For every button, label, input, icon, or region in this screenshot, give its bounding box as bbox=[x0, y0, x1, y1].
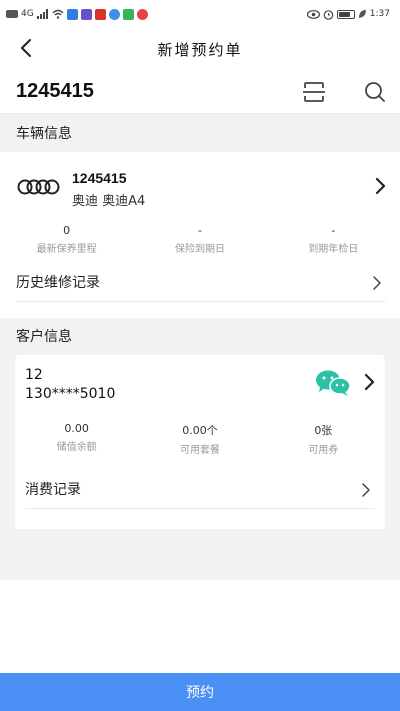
audi-logo-icon bbox=[17, 179, 60, 195]
plate-search-bar: 1245415 bbox=[0, 70, 400, 114]
nav-bar: 新增预约单 bbox=[0, 28, 400, 70]
search-button[interactable] bbox=[363, 80, 387, 104]
repair-history-link[interactable]: 历史维修记录 bbox=[16, 262, 386, 302]
app-icon-baidu bbox=[108, 8, 120, 20]
network-type: 4G bbox=[21, 9, 34, 19]
chevron-right-icon bbox=[375, 177, 386, 195]
alarm-icon bbox=[323, 9, 334, 20]
app-icon-blue bbox=[66, 8, 78, 20]
stat-insurance-expiry: - 保险到期日 bbox=[133, 224, 266, 255]
chevron-right-icon bbox=[364, 373, 375, 391]
customer-phone: 130****5010 bbox=[25, 386, 116, 402]
app-icon-purple bbox=[80, 8, 92, 20]
stat-value: 0.00 bbox=[64, 422, 89, 435]
stat-packages: 0.00个 可用套餐 bbox=[138, 422, 261, 456]
stat-label: 到期年检日 bbox=[308, 244, 359, 255]
repair-history-label: 历史维修记录 bbox=[16, 274, 100, 291]
hd-icon bbox=[6, 10, 18, 18]
wifi-icon bbox=[52, 9, 64, 19]
leaf-icon bbox=[358, 10, 366, 18]
vehicle-section-header: 车辆信息 bbox=[0, 114, 400, 152]
status-right: 1:37 bbox=[306, 9, 390, 20]
consumption-history-label: 消费记录 bbox=[25, 481, 81, 498]
vehicle-plate: 1245415 bbox=[72, 170, 127, 186]
status-left: 4G bbox=[6, 8, 148, 20]
app-icon-red bbox=[136, 8, 148, 20]
stat-label: 储值余额 bbox=[56, 442, 97, 453]
stat-coupons: 0张 可用券 bbox=[262, 422, 385, 456]
scan-icon bbox=[303, 82, 325, 102]
chevron-left-icon bbox=[21, 39, 31, 57]
stat-label: 保险到期日 bbox=[174, 244, 225, 255]
stat-value: 0张 bbox=[314, 424, 333, 437]
stat-label: 可用套餐 bbox=[179, 445, 220, 456]
wechat-icon[interactable] bbox=[315, 369, 351, 397]
scan-button[interactable] bbox=[302, 80, 326, 104]
page-title: 新增预约单 bbox=[157, 40, 243, 59]
vehicle-card[interactable]: 1245415 奥迪 奥迪A4 0 最新保养里程 - 保险到期日 - 到期年检日… bbox=[0, 152, 400, 310]
stat-value: - bbox=[331, 224, 336, 237]
vehicle-stats: 0 最新保养里程 - 保险到期日 - 到期年检日 bbox=[0, 224, 400, 255]
chevron-right-icon bbox=[362, 483, 370, 497]
search-icon bbox=[365, 82, 385, 102]
vehicle-model: 奥迪 奥迪A4 bbox=[72, 194, 146, 209]
status-bar: 4G 1:37 bbox=[0, 0, 400, 28]
chevron-right-icon bbox=[373, 276, 381, 290]
app-icon-green bbox=[122, 8, 134, 20]
book-appointment-button[interactable]: 预约 bbox=[0, 673, 400, 711]
stat-value: 0.00个 bbox=[182, 424, 218, 437]
stat-inspection-expiry: - 到期年检日 bbox=[267, 224, 400, 255]
stat-label: 最新保养里程 bbox=[36, 244, 97, 255]
stat-mileage: 0 最新保养里程 bbox=[0, 224, 133, 255]
customer-stats: 0.00 储值余额 0.00个 可用套餐 0张 可用券 bbox=[15, 422, 385, 456]
app-icon-alipay bbox=[94, 8, 106, 20]
eye-icon bbox=[306, 9, 320, 19]
battery-icon bbox=[336, 9, 355, 19]
back-button[interactable] bbox=[14, 36, 38, 60]
signal-icon bbox=[36, 9, 48, 19]
clock: 1:37 bbox=[369, 9, 390, 19]
consumption-history-link[interactable]: 消费记录 bbox=[25, 469, 375, 509]
stat-balance: 0.00 储值余额 bbox=[15, 422, 138, 456]
stat-value: 0 bbox=[63, 224, 71, 237]
stat-value: - bbox=[198, 224, 202, 237]
stat-label: 可用券 bbox=[308, 445, 339, 456]
customer-name: 12 bbox=[25, 367, 43, 383]
customer-card[interactable]: 12 130****5010 0.00 储值余额 0.00个 可用套餐 0张 可… bbox=[15, 355, 385, 529]
customer-section-header: 客户信息 bbox=[0, 318, 400, 354]
plate-number-input[interactable]: 1245415 bbox=[16, 80, 94, 103]
